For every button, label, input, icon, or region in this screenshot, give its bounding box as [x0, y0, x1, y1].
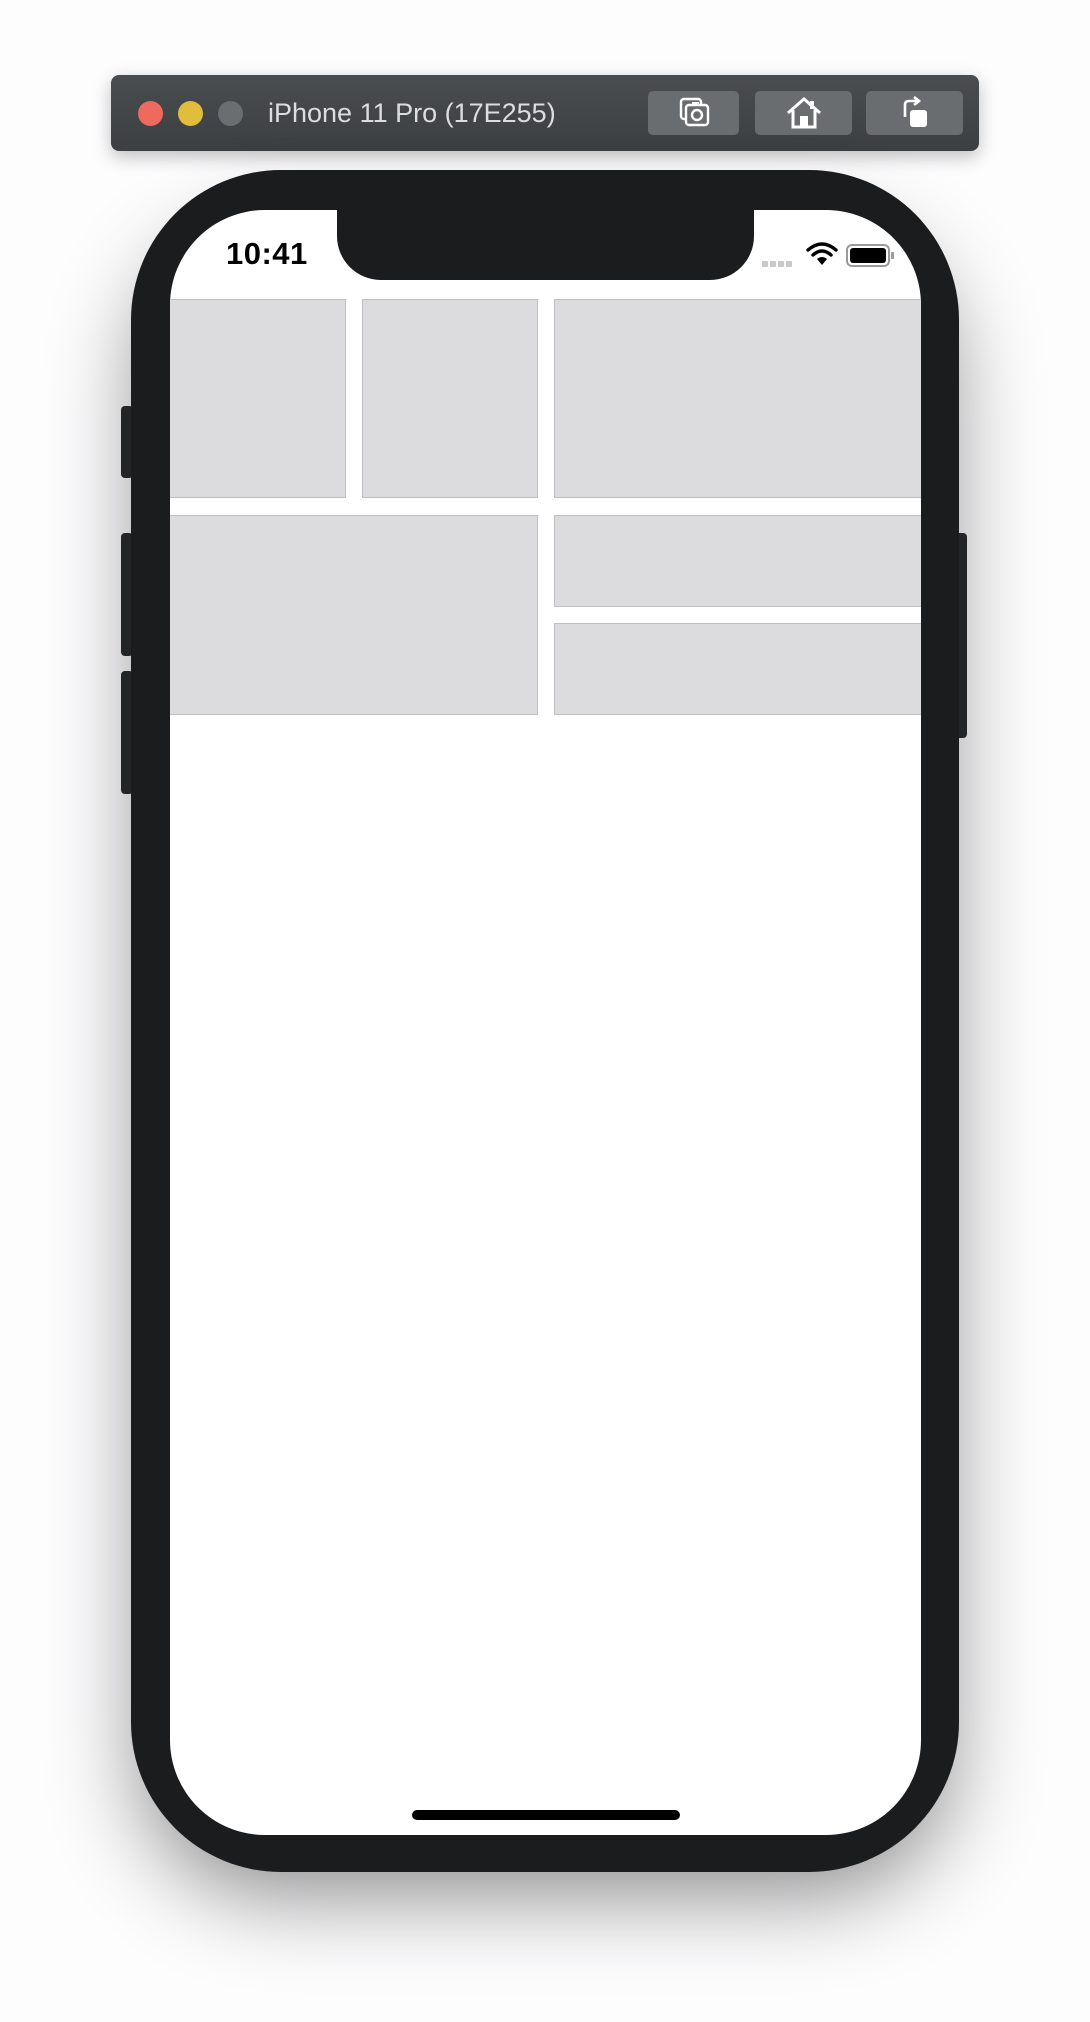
device-notch [337, 210, 754, 280]
rotate-icon [903, 95, 927, 127]
grid-cell[interactable] [170, 515, 538, 715]
simulator-toolbar: iPhone 11 Pro (17E255) [111, 75, 979, 151]
home-icon [786, 97, 821, 129]
home-button[interactable] [755, 91, 852, 135]
minimize-icon[interactable] [178, 101, 203, 126]
wifi-icon [806, 242, 838, 265]
simulator-stage: iPhone 11 Pro (17E255) 10:41 [0, 0, 1090, 2022]
device-screen: 10:41 [170, 210, 921, 1835]
grid-cell[interactable] [362, 299, 538, 498]
camera-icon [679, 97, 709, 127]
rotate-button[interactable] [866, 91, 963, 135]
signal-icon [762, 254, 794, 272]
grid-cell[interactable] [554, 299, 921, 498]
battery-icon [846, 244, 894, 267]
status-time: 10:41 [226, 236, 308, 271]
status-icons [762, 240, 902, 270]
screenshot-button[interactable] [648, 91, 739, 135]
home-indicator[interactable] [412, 1810, 680, 1820]
grid-cell[interactable] [170, 299, 346, 498]
grid-cell[interactable] [554, 623, 921, 715]
close-icon[interactable] [138, 101, 163, 126]
grid-cell[interactable] [554, 515, 921, 607]
zoom-icon[interactable] [218, 101, 243, 126]
device-title: iPhone 11 Pro (17E255) [268, 98, 556, 128]
